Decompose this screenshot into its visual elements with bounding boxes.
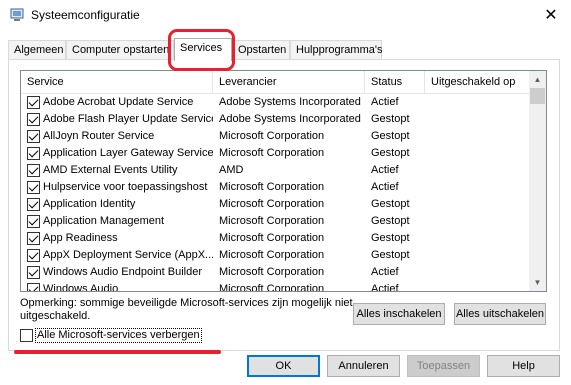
service-status: Gestopt	[371, 113, 410, 125]
table-row[interactable]: App Readiness Microsoft Corporation Gestop…	[21, 230, 531, 247]
table-row[interactable]: Application Identity Microsoft Corporatio…	[21, 196, 531, 213]
table-row[interactable]: Application Management Microsoft Corporat…	[21, 213, 531, 230]
service-checkbox[interactable]	[27, 96, 40, 109]
table-row[interactable]: Adobe Acrobat Update Service Adobe System…	[21, 94, 531, 111]
service-vendor: Microsoft Corporation	[219, 266, 325, 278]
service-name: AllJoyn Router Service	[43, 130, 155, 142]
service-vendor: Microsoft Corporation	[219, 130, 325, 142]
service-name: Application Management	[43, 215, 165, 227]
service-name: AMD External Events Utility	[43, 164, 178, 176]
service-checkbox[interactable]	[27, 266, 40, 279]
service-status: Actief	[371, 164, 399, 176]
service-vendor: Microsoft Corporation	[219, 232, 325, 244]
service-status: Actief	[371, 96, 399, 108]
table-row[interactable]: AllJoyn Router Service Microsoft Corporat…	[21, 128, 531, 145]
service-checkbox[interactable]	[27, 147, 40, 160]
disable-all-button[interactable]: Alles uitschakelen	[454, 303, 546, 325]
tab-opstarten[interactable]: Opstarten	[232, 40, 290, 59]
service-status: Gestopt	[371, 198, 410, 210]
service-name: Adobe Flash Player Update Service	[43, 113, 213, 125]
underline-annotation	[14, 350, 221, 354]
service-checkbox[interactable]	[27, 215, 40, 228]
service-status: Actief	[371, 181, 399, 193]
msconfig-app-icon	[10, 8, 24, 21]
service-name: App Readiness	[43, 232, 118, 244]
service-status: Actief	[371, 266, 399, 278]
service-status: Actief	[371, 283, 399, 292]
service-checkbox[interactable]	[27, 130, 40, 143]
service-checkbox[interactable]	[27, 113, 40, 126]
service-checkbox[interactable]	[27, 164, 40, 177]
service-status: Gestopt	[371, 147, 410, 159]
service-name: Windows Audio	[43, 283, 119, 292]
service-name: Adobe Acrobat Update Service	[43, 96, 194, 108]
service-vendor: Microsoft Corporation	[219, 283, 325, 292]
cancel-button[interactable]: Annuleren	[327, 355, 400, 377]
tab-hulpprogrammas[interactable]: Hulpprogramma's	[290, 40, 382, 59]
apply-button[interactable]: Toepassen	[407, 355, 480, 377]
service-status: Gestopt	[371, 249, 410, 261]
service-vendor: Microsoft Corporation	[219, 249, 325, 261]
hide-ms-services-checkbox[interactable]	[20, 329, 33, 342]
tab-computer-opstarten[interactable]: Computer opstarten	[66, 40, 174, 59]
hide-ms-services-label[interactable]: Alle Microsoft-services verbergen	[35, 328, 202, 343]
note-text: Opmerking: sommige beveiligde Microsoft-…	[20, 297, 353, 322]
service-vendor: Adobe Systems Incorporated	[219, 113, 361, 125]
scroll-thumb[interactable]	[530, 88, 545, 104]
service-vendor: Adobe Systems Incorporated	[219, 96, 361, 108]
column-header-disabled-date[interactable]: Uitgeschakeld op	[425, 71, 531, 93]
service-checkbox[interactable]	[27, 232, 40, 245]
tab-algemeen[interactable]: Algemeen	[8, 40, 66, 59]
table-row[interactable]: Windows Audio Endpoint Builder Microsoft …	[21, 264, 531, 281]
service-name: Hulpservice voor toepassingshost	[43, 181, 208, 193]
service-vendor: AMD	[219, 164, 244, 176]
service-status: Gestopt	[371, 232, 410, 244]
close-icon[interactable]: ✕	[531, 0, 571, 30]
service-name: Application Identity	[43, 198, 136, 210]
service-vendor: Microsoft Corporation	[219, 198, 325, 210]
column-header-status[interactable]: Status	[365, 71, 425, 93]
vertical-scrollbar[interactable]: ▲ ▼	[529, 71, 546, 291]
service-checkbox[interactable]	[27, 198, 40, 211]
service-vendor: Microsoft Corporation	[219, 147, 325, 159]
scroll-down-icon[interactable]: ▼	[529, 274, 546, 291]
help-button[interactable]: Help	[487, 355, 560, 377]
column-header-vendor[interactable]: Leverancier	[213, 71, 365, 93]
list-header: Service Leverancier Status Uitgeschakeld…	[21, 71, 531, 94]
service-vendor: Microsoft Corporation	[219, 181, 325, 193]
enable-all-button[interactable]: Alles inschakelen	[353, 303, 445, 325]
service-status: Gestopt	[371, 215, 410, 227]
window-title: Systeemconfiguratie	[31, 8, 140, 22]
service-status: Gestopt	[371, 130, 410, 142]
service-checkbox[interactable]	[27, 283, 40, 291]
service-vendor: Microsoft Corporation	[219, 215, 325, 227]
table-row[interactable]: AppX Deployment Service (AppX... Microsof…	[21, 247, 531, 264]
table-row[interactable]: AMD External Events Utility AMD Actief	[21, 162, 531, 179]
service-checkbox[interactable]	[27, 249, 40, 262]
service-name: AppX Deployment Service (AppX...	[43, 249, 213, 261]
title-bar: Systeemconfiguratie ✕	[0, 0, 571, 30]
table-row[interactable]: Application Layer Gateway Service Microso…	[21, 145, 531, 162]
service-name: Application Layer Gateway Service	[43, 147, 213, 159]
service-checkbox[interactable]	[27, 181, 40, 194]
table-row[interactable]: Windows Audio Microsoft Corporation Actief	[21, 281, 531, 292]
tab-services[interactable]: Services	[174, 38, 232, 61]
services-list[interactable]: Service Leverancier Status Uitgeschakeld…	[20, 70, 547, 292]
table-row[interactable]: Adobe Flash Player Update Service Adobe S…	[21, 111, 531, 128]
ok-button[interactable]: OK	[247, 355, 320, 377]
table-row[interactable]: Hulpservice voor toepassingshost Microsof…	[21, 179, 531, 196]
scroll-up-icon[interactable]: ▲	[529, 71, 546, 88]
service-name: Windows Audio Endpoint Builder	[43, 266, 202, 278]
column-header-service[interactable]: Service	[21, 71, 213, 93]
